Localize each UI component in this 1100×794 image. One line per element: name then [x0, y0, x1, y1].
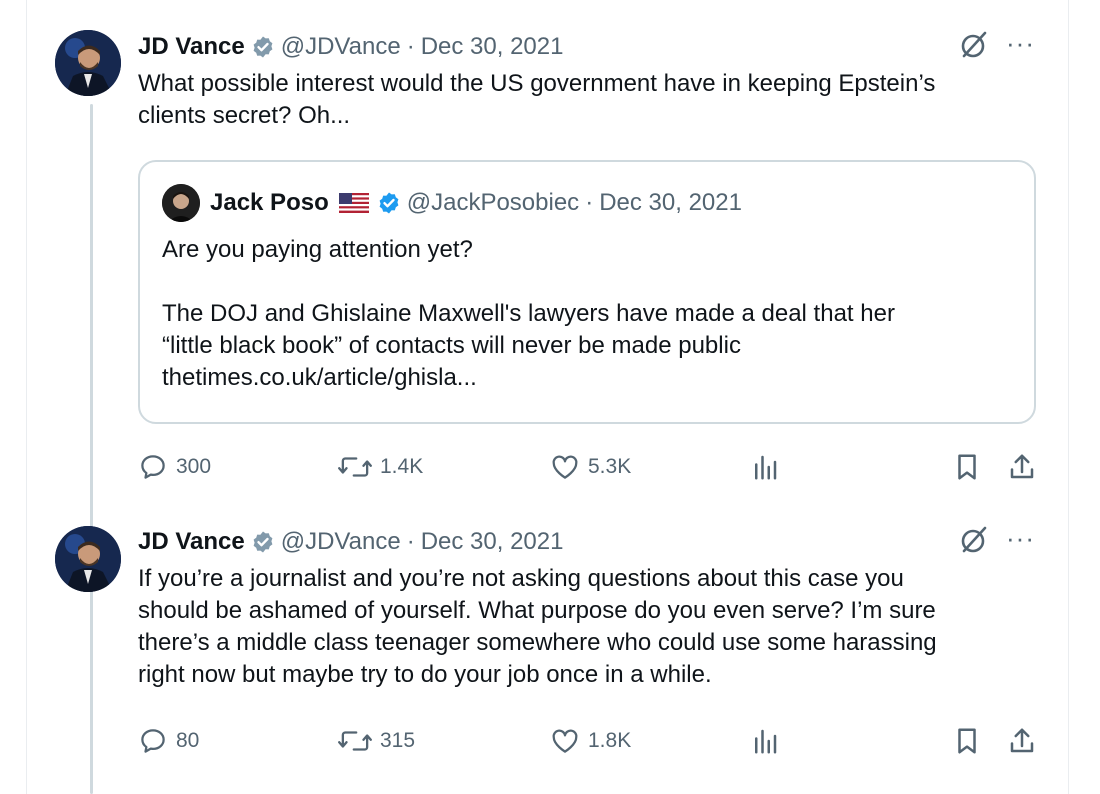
- thread-connector-line: [90, 104, 93, 794]
- repost-count: 1.4K: [380, 455, 424, 478]
- share-button[interactable]: [1008, 450, 1036, 484]
- quoted-verified-badge-icon: [377, 191, 401, 215]
- avatar[interactable]: [55, 526, 121, 592]
- reply-count: 80: [176, 729, 200, 752]
- reply-button[interactable]: 300: [138, 450, 211, 484]
- quoted-avatar: [162, 184, 200, 222]
- reply-icon: [141, 455, 165, 479]
- like-icon: [552, 729, 578, 753]
- like-count: 1.8K: [588, 729, 632, 752]
- repost-icon: [338, 731, 372, 751]
- like-icon: [552, 455, 578, 479]
- us-flag-icon: [338, 193, 369, 213]
- views-icon: [755, 729, 777, 754]
- bookmark-icon: [958, 728, 976, 754]
- quoted-author-name[interactable]: Jack Poso: [210, 189, 329, 217]
- author-name[interactable]: JD Vance: [138, 33, 245, 61]
- quoted-author-handle[interactable]: @JackPosobiec: [407, 189, 579, 217]
- tweet-header-actions: ···: [958, 525, 1035, 559]
- more-icon[interactable]: ···: [1006, 30, 1035, 56]
- tweet-text: What possible interest would the US gove…: [138, 70, 936, 129]
- tweet-actions: 300 1.4K 5.3K: [138, 450, 1038, 484]
- views-icon: [755, 455, 777, 480]
- avatar[interactable]: [55, 30, 121, 96]
- bookmark-icon: [958, 454, 976, 480]
- timeline-left-border: [26, 0, 27, 794]
- separator-dot: ·: [406, 528, 415, 555]
- tweet-date[interactable]: Dec 30, 2021: [421, 528, 564, 556]
- reply-icon: [141, 729, 165, 753]
- grok-icon[interactable]: [958, 524, 990, 561]
- more-icon[interactable]: ···: [1006, 525, 1035, 551]
- verified-badge-icon: [251, 530, 275, 554]
- views-button[interactable]: [752, 450, 778, 484]
- quoted-tweet-date[interactable]: Dec 30, 2021: [599, 189, 742, 217]
- reply-button[interactable]: 80: [138, 724, 199, 758]
- reply-count: 300: [176, 455, 212, 478]
- author-handle[interactable]: @JDVance: [281, 33, 401, 61]
- like-button[interactable]: 1.8K: [550, 724, 631, 758]
- repost-button[interactable]: 1.4K: [338, 450, 423, 484]
- tweet-date[interactable]: Dec 30, 2021: [421, 33, 564, 61]
- verified-badge-icon: [251, 35, 275, 59]
- separator-dot: ·: [585, 189, 594, 216]
- views-button[interactable]: [752, 724, 778, 758]
- quoted-tweet[interactable]: Jack Poso @JackPosobiec · Dec 30, 2021 A…: [138, 160, 1036, 424]
- tweet-text: If you’re a journalist and you’re not as…: [138, 565, 937, 688]
- tweet-header: JD Vance @JDVance · Dec 30, 2021: [138, 30, 563, 64]
- grok-icon[interactable]: [958, 29, 990, 66]
- quoted-tweet-text: Are you paying attention yet? The DOJ an…: [162, 236, 895, 391]
- tweet-actions: 80 315 1.8K: [138, 724, 1038, 758]
- repost-count: 315: [380, 729, 416, 752]
- quoted-tweet-header: Jack Poso @JackPosobiec · Dec 30, 2021: [162, 184, 742, 222]
- timeline-right-border: [1068, 0, 1069, 794]
- share-icon: [1010, 728, 1034, 753]
- author-handle[interactable]: @JDVance: [281, 528, 401, 556]
- repost-icon: [338, 457, 372, 477]
- like-button[interactable]: 5.3K: [550, 450, 631, 484]
- share-button[interactable]: [1008, 724, 1036, 758]
- tweet-header: JD Vance @JDVance · Dec 30, 2021: [138, 525, 563, 559]
- share-icon: [1010, 454, 1034, 479]
- author-name[interactable]: JD Vance: [138, 528, 245, 556]
- bookmark-button[interactable]: [954, 724, 980, 758]
- tweet-header-actions: ···: [958, 30, 1035, 64]
- separator-dot: ·: [406, 33, 415, 60]
- bookmark-button[interactable]: [954, 450, 980, 484]
- like-count: 5.3K: [588, 455, 632, 478]
- repost-button[interactable]: 315: [338, 724, 415, 758]
